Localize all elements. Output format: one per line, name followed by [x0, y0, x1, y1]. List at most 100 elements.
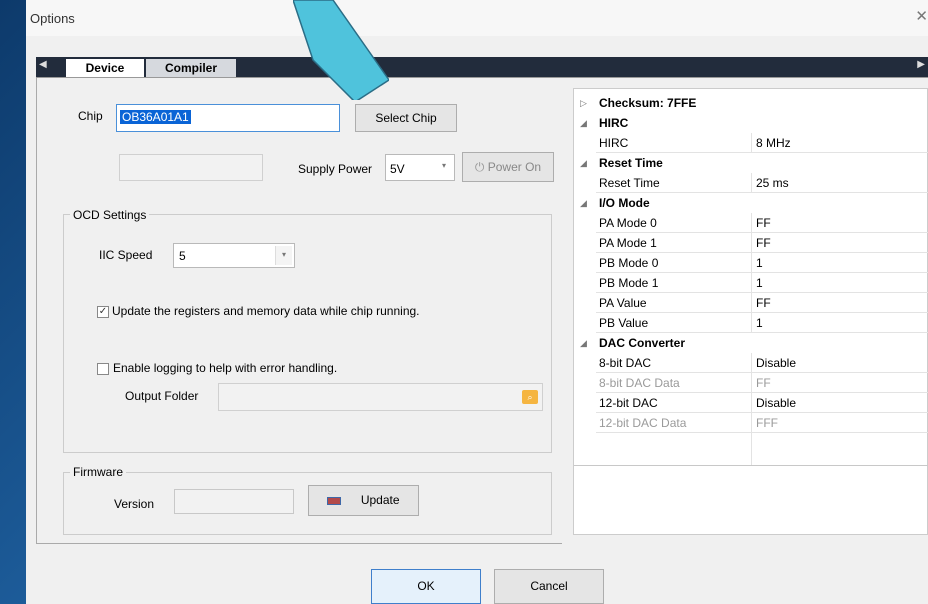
scroll-right-icon[interactable]: ▶: [917, 59, 925, 70]
version-field: [174, 489, 294, 514]
property-value: 1: [756, 256, 763, 270]
property-name: PA Value: [599, 296, 647, 310]
supply-power-value: 5V: [390, 162, 405, 176]
property-row[interactable]: PA Mode 1 FF: [574, 233, 928, 253]
collapse-icon[interactable]: ◢: [580, 153, 587, 173]
checksum-label: Checksum: 7FFE: [599, 96, 697, 110]
column-divider: [751, 433, 752, 465]
property-category: ◢ I/O Mode: [574, 193, 928, 213]
column-divider: [751, 133, 752, 153]
property-row[interactable]: HIRC 8 MHz: [574, 133, 928, 153]
property-grid: ▷ Checksum: 7FFE ◢ HIRC HIRC 8 MHz ◢ Reset Ti…: [573, 88, 928, 535]
property-name: PA Mode 1: [599, 236, 657, 250]
output-folder-input[interactable]: ⌕: [218, 383, 543, 411]
firmware-title: Firmware: [70, 465, 126, 479]
property-row[interactable]: PB Mode 1 1: [574, 273, 928, 293]
folder-search-icon[interactable]: ⌕: [522, 390, 538, 404]
chip-input[interactable]: OB36A01A1: [116, 104, 340, 132]
row-divider: [596, 432, 928, 433]
property-value: FF: [756, 216, 771, 230]
iic-speed-select[interactable]: 5 ▾: [173, 243, 295, 268]
property-value: 8 MHz: [756, 136, 791, 150]
property-name: PB Value: [599, 316, 649, 330]
close-icon[interactable]: ✕: [915, 7, 928, 25]
update-registers-label: Update the registers and memory data whi…: [112, 304, 420, 318]
property-name: 12-bit DAC: [599, 396, 658, 410]
column-divider: [751, 413, 752, 433]
enable-logging-label: Enable logging to help with error handli…: [113, 361, 338, 375]
enable-logging-checkbox[interactable]: [97, 363, 109, 375]
supply-power-select[interactable]: 5V ▾: [385, 154, 455, 181]
property-row[interactable]: PA Mode 0 FF: [574, 213, 928, 233]
property-name: 8-bit DAC Data: [599, 376, 680, 390]
tab-device[interactable]: Device: [66, 59, 144, 77]
property-value: FF: [756, 296, 771, 310]
chevron-down-icon: ▾: [436, 157, 452, 175]
property-row[interactable]: 12-bit DAC Disable: [574, 393, 928, 413]
property-name: Reset Time: [599, 176, 660, 190]
scroll-left-icon[interactable]: ◀: [39, 59, 47, 70]
collapse-icon[interactable]: ◢: [580, 113, 587, 133]
supply-power-label: Supply Power: [298, 162, 373, 176]
property-category: ◢ DAC Converter: [574, 333, 928, 353]
property-value: FFF: [756, 416, 778, 430]
property-name: HIRC: [599, 116, 629, 130]
property-name: HIRC: [599, 136, 629, 150]
column-divider: [751, 313, 752, 333]
title-bar: Options ✕: [26, 0, 928, 36]
column-divider: [751, 353, 752, 373]
update-label: Update: [360, 493, 400, 507]
property-value: 1: [756, 316, 763, 330]
select-chip-button[interactable]: Select Chip: [355, 104, 457, 132]
chip-label: Chip: [78, 109, 103, 123]
property-name: PB Mode 1: [599, 276, 659, 290]
property-row[interactable]: PB Value 1: [574, 313, 928, 333]
property-name: 8-bit DAC: [599, 356, 652, 370]
property-value: FF: [756, 236, 771, 250]
cancel-button[interactable]: Cancel: [494, 569, 604, 604]
property-row[interactable]: PA Value FF: [574, 293, 928, 313]
ok-button[interactable]: OK: [371, 569, 481, 604]
property-name: PA Mode 0: [599, 216, 657, 230]
property-row[interactable]: 12-bit DAC Data FFF: [574, 413, 928, 433]
expand-icon[interactable]: ▷: [580, 93, 587, 113]
update-registers-checkbox[interactable]: ✓: [97, 306, 109, 318]
property-row[interactable]: 8-bit DAC Disable: [574, 353, 928, 373]
property-category: ◢ Reset Time: [574, 153, 928, 173]
window-title: Options: [30, 11, 75, 26]
property-name: DAC Converter: [599, 336, 686, 350]
property-value: 25 ms: [756, 176, 789, 190]
collapse-icon[interactable]: ◢: [580, 333, 587, 353]
grid-divider: [574, 465, 928, 466]
property-name: Reset Time: [599, 156, 663, 170]
property-value: Disable: [756, 396, 797, 410]
chevron-down-icon: ▾: [275, 246, 292, 265]
power-on-button[interactable]: ⏻ Power On: [462, 152, 554, 182]
iic-speed-value: 5: [179, 249, 186, 263]
collapse-icon[interactable]: ◢: [580, 193, 587, 213]
plug-icon: ⏻: [474, 160, 485, 174]
property-value: 1: [756, 276, 763, 290]
property-name: I/O Mode: [599, 196, 650, 210]
annotation-arrow: [293, 0, 389, 100]
property-row[interactable]: PB Mode 0 1: [574, 253, 928, 273]
iic-speed-label: IIC Speed: [99, 248, 153, 262]
property-name: PB Mode 0: [599, 256, 659, 270]
property-row[interactable]: Reset Time 25 ms: [574, 173, 928, 193]
device-panel: Chip OB36A01A1 Select Chip Supply Power …: [36, 78, 562, 544]
options-dialog: Options ✕ ◀ Device Compiler ▶ Chip OB36A…: [26, 0, 928, 604]
property-value: FF: [756, 376, 771, 390]
column-divider: [751, 233, 752, 253]
update-button[interactable]: Update: [308, 485, 419, 516]
column-divider: [751, 253, 752, 273]
version-label: Version: [114, 497, 155, 511]
tab-compiler[interactable]: Compiler: [146, 59, 236, 77]
property-name: 12-bit DAC Data: [599, 416, 687, 430]
column-divider: [751, 273, 752, 293]
property-row[interactable]: 8-bit DAC Data FF: [574, 373, 928, 393]
property-category: ◢ HIRC: [574, 113, 928, 133]
arrow-shape: [293, 0, 389, 100]
column-divider: [751, 393, 752, 413]
column-divider: [751, 373, 752, 393]
output-folder-label: Output Folder: [125, 389, 199, 403]
